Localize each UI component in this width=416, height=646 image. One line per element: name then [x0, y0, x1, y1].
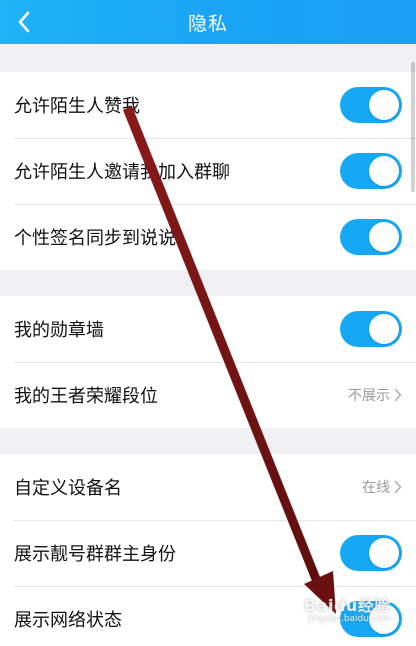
setting-value-text: 不展示 — [348, 388, 390, 404]
toggle-knob — [369, 314, 399, 344]
chevron-right-icon — [394, 388, 402, 402]
setting-row-allow-stranger-invite: 允许陌生人邀请我加入群聊 — [0, 138, 416, 204]
setting-row-honor-of-kings-rank[interactable]: 我的王者荣耀段位 不展示 — [0, 362, 416, 428]
setting-row-allow-stranger-like: 允许陌生人赞我 — [0, 72, 416, 138]
settings-group-stranger: 允许陌生人赞我 允许陌生人邀请我加入群聊 个性签名同步到说说 — [0, 72, 416, 270]
setting-value-text: 在线 — [362, 480, 390, 496]
page-title: 隐私 — [187, 12, 228, 35]
setting-row-medal-wall: 我的勋章墙 — [0, 296, 416, 362]
setting-row-custom-device-name[interactable]: 自定义设备名 在线 — [0, 454, 416, 520]
setting-row-network-status: 展示网络状态 — [0, 586, 416, 646]
toggle-knob — [369, 538, 399, 568]
toggle-knob — [369, 90, 399, 120]
scrollbar[interactable] — [411, 62, 415, 192]
setting-row-signature-sync: 个性签名同步到说说 — [0, 204, 416, 270]
network-status-toggle[interactable] — [340, 601, 402, 637]
back-button[interactable] — [6, 4, 42, 40]
setting-row-premium-number-owner: 展示靓号群群主身份 — [0, 520, 416, 586]
settings-group-device: 自定义设备名 在线 展示靓号群群主身份 展示网络状态 — [0, 454, 416, 646]
setting-label: 自定义设备名 — [14, 478, 122, 499]
settings-group-profile: 我的勋章墙 我的王者荣耀段位 不展示 — [0, 296, 416, 428]
signature-sync-toggle[interactable] — [340, 219, 402, 255]
medal-wall-toggle[interactable] — [340, 311, 402, 347]
device-name-value[interactable]: 在线 — [362, 454, 402, 520]
setting-label: 我的王者荣耀段位 — [14, 386, 158, 407]
allow-stranger-like-toggle[interactable] — [340, 87, 402, 123]
honor-rank-value[interactable]: 不展示 — [348, 362, 402, 428]
chevron-right-icon — [394, 480, 402, 494]
toggle-knob — [369, 604, 399, 634]
premium-number-owner-toggle[interactable] — [340, 535, 402, 571]
toggle-knob — [369, 222, 399, 252]
chevron-left-icon — [18, 11, 30, 33]
allow-stranger-invite-toggle[interactable] — [340, 153, 402, 189]
nav-header: 隐私 — [0, 0, 416, 44]
toggle-knob — [369, 156, 399, 186]
